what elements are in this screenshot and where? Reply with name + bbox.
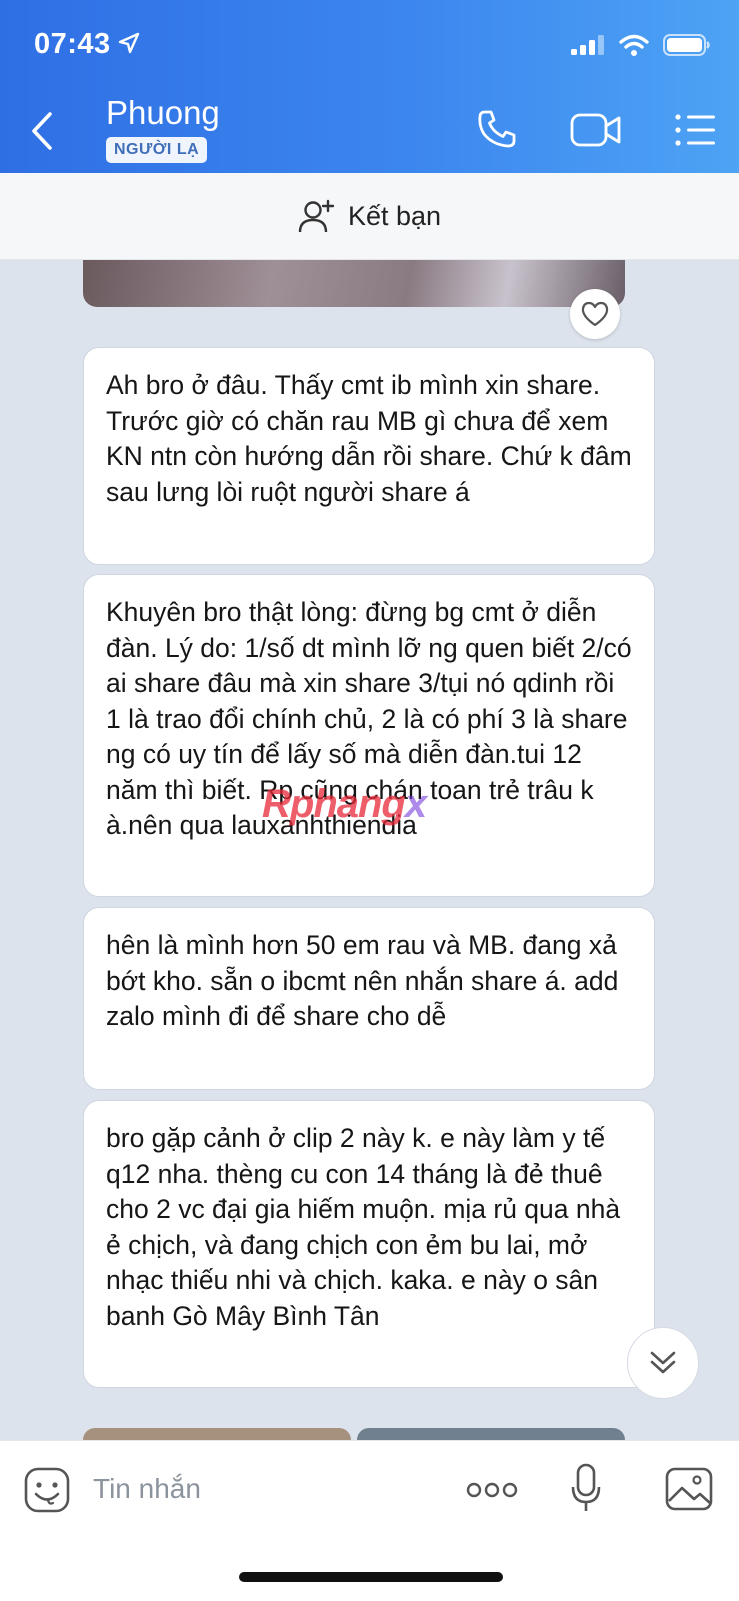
status-time: 07:43 xyxy=(34,28,141,61)
message-text: hên là mình hơn 50 em rau và MB. đang xả… xyxy=(106,930,619,1031)
image-gallery-icon[interactable] xyxy=(665,1467,713,1511)
message-text: Ah bro ở đâu. Thấy cmt ib mình xin share… xyxy=(106,370,632,507)
media-thumbnails[interactable] xyxy=(83,1428,625,1440)
react-heart-button[interactable] xyxy=(570,289,620,339)
signal-icon xyxy=(571,35,604,55)
sticker-icon[interactable] xyxy=(24,1467,70,1513)
message-text: Khuyên bro thật lòng: đừng bg cmt ở diễn… xyxy=(106,597,632,840)
add-friend-bar[interactable]: Kết bạn xyxy=(0,173,739,260)
location-arrow-icon xyxy=(118,32,139,54)
message-bubble[interactable]: Ah bro ở đâu. Thấy cmt ib mình xin share… xyxy=(83,347,655,565)
status-time-text: 07:43 xyxy=(34,28,111,60)
photo-message[interactable] xyxy=(83,260,625,307)
phone-icon[interactable] xyxy=(476,108,518,150)
message-bubble[interactable]: hên là mình hơn 50 em rau và MB. đang xả… xyxy=(83,907,655,1090)
scroll-to-bottom-button[interactable] xyxy=(627,1327,699,1399)
message-list[interactable]: Ah bro ở đâu. Thấy cmt ib mình xin share… xyxy=(0,260,739,1440)
menu-list-icon[interactable] xyxy=(674,113,716,147)
media-thumbnail[interactable] xyxy=(357,1428,625,1440)
media-thumbnail[interactable] xyxy=(83,1428,351,1440)
status-indicators xyxy=(571,34,711,56)
stranger-badge: NGƯỜI LẠ xyxy=(106,137,208,163)
double-chevron-down-icon xyxy=(650,1351,676,1374)
home-indicator xyxy=(239,1572,503,1582)
heart-icon xyxy=(581,301,609,327)
message-text: bro gặp cảnh ở clip 2 này k. e này làm y… xyxy=(106,1123,621,1331)
video-call-icon[interactable] xyxy=(570,111,622,149)
microphone-icon[interactable] xyxy=(570,1463,602,1513)
chat-header: 07:43 Phuong NGƯỜI LẠ xyxy=(0,0,739,173)
message-input[interactable]: Tin nhắn xyxy=(93,1473,201,1505)
add-user-icon xyxy=(298,199,335,233)
battery-icon xyxy=(663,34,710,56)
wifi-icon xyxy=(619,34,649,56)
add-friend-label: Kết bạn xyxy=(347,200,442,231)
more-options-icon[interactable] xyxy=(466,1481,518,1499)
message-bubble[interactable]: bro gặp cảnh ở clip 2 này k. e này làm y… xyxy=(83,1100,655,1388)
back-chevron-icon[interactable] xyxy=(24,108,64,154)
contact-name[interactable]: Phuong xyxy=(106,94,220,132)
message-bubble[interactable]: Khuyên bro thật lòng: đừng bg cmt ở diễn… xyxy=(83,574,655,897)
